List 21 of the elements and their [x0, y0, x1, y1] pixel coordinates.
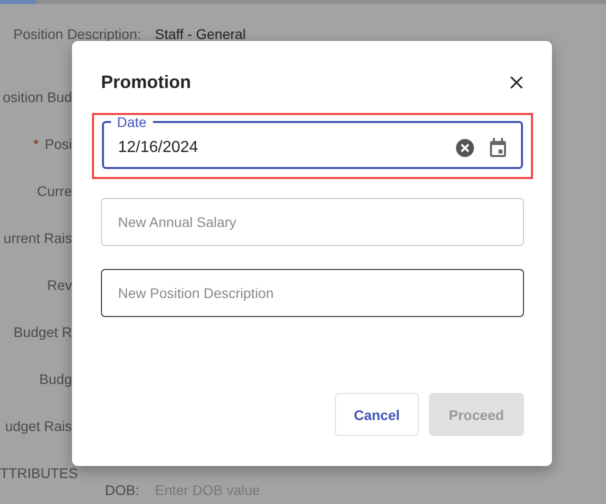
form-label: Position Description: [13, 26, 141, 42]
calendar-icon[interactable] [489, 138, 507, 158]
input-field[interactable]: New Annual Salary [101, 198, 524, 246]
form-label: Budg [39, 370, 72, 386]
form-value: Staff - General [155, 26, 246, 42]
cancel-button[interactable]: Cancel [334, 393, 419, 436]
form-label: Posi [44, 136, 72, 152]
form-label: udget Rais [5, 418, 72, 434]
form-label: Budget R [14, 324, 72, 340]
section-heading: TTRIBUTES [0, 464, 78, 480]
close-icon[interactable] [510, 76, 523, 88]
input-field[interactable]: New Position Description [101, 269, 524, 317]
clear-icon[interactable] [455, 138, 475, 158]
form-label: osition Bud [2, 88, 72, 104]
form-label: urrent Rais [4, 230, 72, 246]
form-label: Rev [47, 276, 72, 292]
form-label: DOB: [105, 482, 140, 498]
form-label: Curre [36, 182, 72, 198]
required-marker: * [33, 136, 39, 152]
dialog-title: Promotion [101, 72, 191, 92]
date-field[interactable]: Date 12/16/2024 [102, 114, 523, 169]
